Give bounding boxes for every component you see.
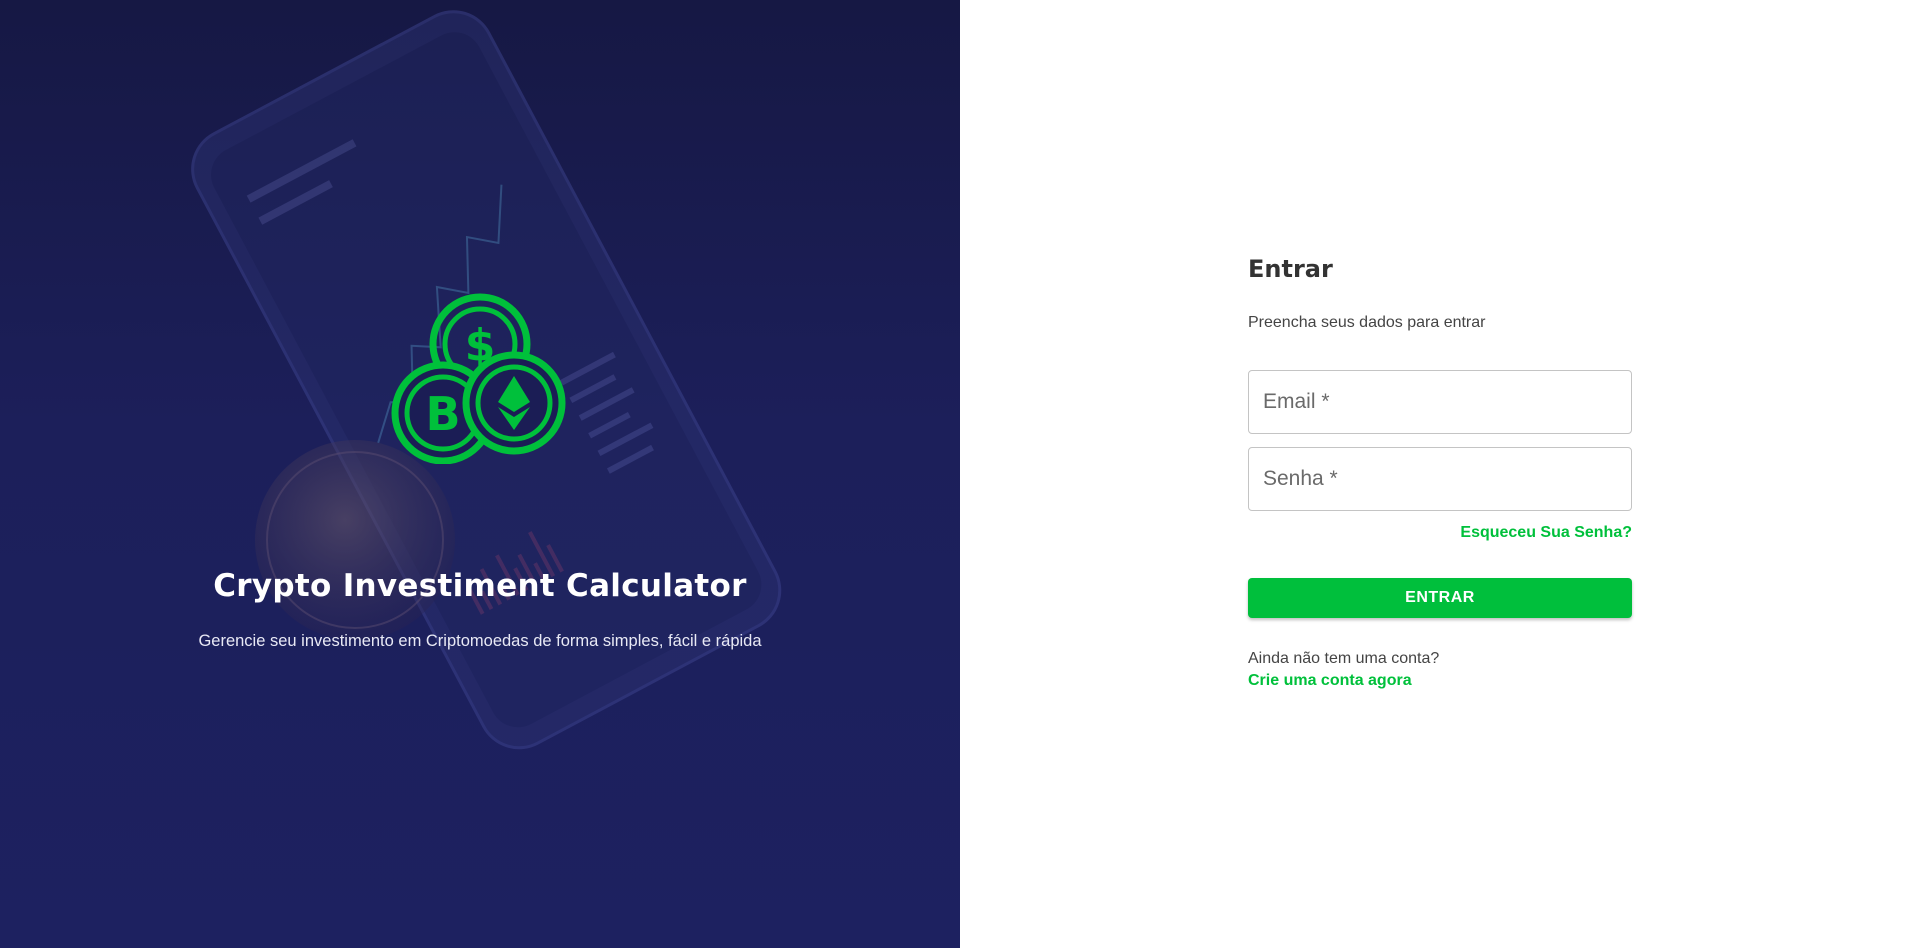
no-account-text: Ainda não tem uma conta?: [1248, 650, 1440, 667]
app-tagline: Gerencie seu investimento em Criptomoeda…: [198, 632, 762, 650]
login-title: Entrar: [1248, 255, 1333, 283]
email-field: [1248, 370, 1632, 434]
password-input[interactable]: [1249, 448, 1631, 510]
forgot-password-link[interactable]: Esqueceu Sua Senha?: [1460, 524, 1632, 542]
app-title: Crypto Investiment Calculator: [213, 568, 747, 604]
crypto-coins-icon: $ B: [391, 293, 566, 464]
hero-background-image: [191, 10, 782, 750]
signup-link[interactable]: Crie uma conta agora: [1248, 672, 1412, 690]
login-button[interactable]: ENTRAR: [1248, 578, 1632, 618]
login-panel: Entrar Preencha seus dados para entrar E…: [1248, 252, 1632, 712]
login-subtitle: Preencha seus dados para entrar: [1248, 314, 1486, 331]
email-input[interactable]: [1249, 371, 1631, 433]
password-field: [1248, 447, 1632, 511]
hero-panel: $ B Crypto Investiment Calculator Gerenc…: [0, 0, 960, 948]
svg-text:B: B: [425, 387, 460, 441]
